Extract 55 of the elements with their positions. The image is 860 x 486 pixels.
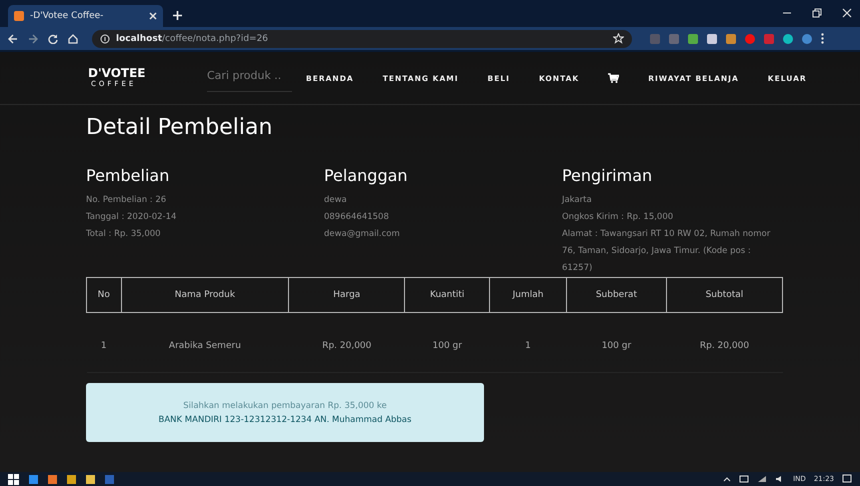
page-title: Detail Pembelian (86, 115, 274, 140)
star-icon[interactable] (613, 33, 624, 44)
restore-icon[interactable] (812, 8, 822, 18)
forward-icon[interactable] (28, 34, 38, 44)
info-text: Total : Rp. 35,000 (86, 228, 162, 241)
address-bar[interactable]: localhost/coffee/nota.php?id=26 (92, 30, 632, 48)
app-icon[interactable] (48, 474, 57, 484)
alert-text: Silahkan melakukan pembayaran Rp. 35,000 ke (183, 400, 387, 410)
logo-title[interactable]: D'VOTEE (88, 67, 146, 80)
section-heading: Pengiriman (562, 166, 654, 185)
column-header: Subberat (566, 278, 666, 312)
wifi-icon[interactable] (757, 475, 768, 483)
section-heading: Pelanggan (324, 166, 409, 185)
search-field[interactable]: Cari produk .. (207, 64, 292, 92)
info-text: Alamat : Tawangsari RT 10 RW 02, Rumah nomor 76, Taman, Sidoarjo, Jawa Timur. (Kode pos : 61257) (562, 228, 772, 275)
app-icon[interactable] (67, 474, 76, 484)
column-header: No (86, 278, 122, 312)
table-cell: 100 gr (566, 312, 666, 372)
app-icon[interactable] (29, 474, 38, 484)
profile-icon[interactable] (802, 34, 812, 44)
home-icon[interactable] (68, 34, 78, 44)
back-icon[interactable] (8, 34, 18, 44)
column-header: Kuantiti (404, 278, 490, 312)
column-header: Subtotal (666, 278, 782, 312)
plus-icon[interactable] (173, 11, 182, 20)
close-icon[interactable] (149, 12, 157, 20)
table-cell: Rp. 20,000 (288, 312, 405, 372)
cart-icon[interactable] (608, 73, 620, 83)
column-header: Harga (288, 278, 405, 312)
close-icon[interactable] (842, 8, 852, 18)
column-header: Jumlah (490, 278, 566, 312)
browser-tab[interactable]: -D'Votee Coffee- (8, 5, 163, 27)
folder-icon[interactable] (86, 474, 95, 484)
tab-title: -D'Votee Coffee- (30, 11, 104, 21)
reload-icon[interactable] (48, 34, 58, 44)
table-cell: Arabika Semeru (121, 312, 289, 372)
section-heading: Pembelian (86, 166, 170, 185)
caret-icon[interactable] (723, 476, 732, 482)
alert-text: BANK MANDIRI 123-12312312-1234 AN. Muhammad Abbas (158, 414, 412, 424)
menu-icon[interactable] (821, 33, 824, 44)
favicon-icon (14, 11, 24, 21)
info-text: No. Pembelian : 26 (86, 194, 168, 207)
table-cell: 100 gr (404, 312, 490, 372)
info-text: dewa@gmail.com (324, 228, 401, 241)
table-cell: 1 (490, 312, 566, 372)
column-header: Nama Produk (121, 278, 289, 312)
info-text: Jakarta (562, 194, 593, 207)
info-text: Tanggal : 2020-02-14 (86, 211, 178, 224)
windows-icon[interactable] (8, 474, 19, 484)
table-cell: 1 (86, 312, 122, 372)
info-icon (100, 34, 110, 44)
info-text: 089664641508 (324, 211, 390, 224)
info-text: dewa (324, 194, 348, 207)
info-text: Ongkos Kirim : Rp. 15,000 (562, 211, 674, 224)
table-cell: Rp. 20,000 (666, 312, 782, 372)
